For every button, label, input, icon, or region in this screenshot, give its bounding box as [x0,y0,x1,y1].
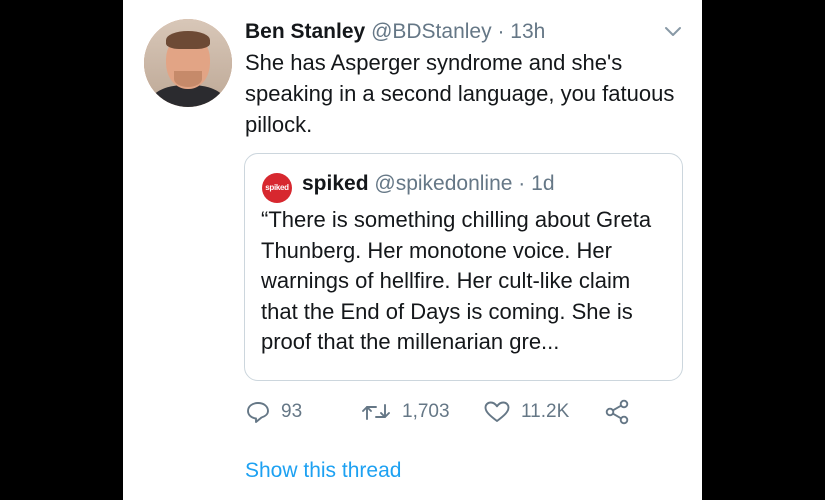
reply-icon [247,402,269,423]
quoted-tweet-header: spiked @spikedonline · 1d [302,170,555,198]
spiked-avatar: spiked [262,173,292,203]
author-handle[interactable]: @BDStanley [371,20,492,43]
retweet-button[interactable]: 1,703 [360,396,450,428]
quoted-tweet-time: 1d [531,172,555,195]
show-thread-link[interactable]: Show this thread [245,457,401,485]
quoted-tweet[interactable]: spiked spiked @spikedonline · 1d “There … [244,153,683,381]
avatar-beard [174,71,202,87]
time-separator: · [497,20,505,43]
quoted-author-handle: @spikedonline [374,172,513,195]
avatar-hair [166,31,210,49]
heart-icon [484,401,510,422]
author-name[interactable]: Ben Stanley [245,20,365,43]
reply-count: 93 [281,401,303,422]
quoted-time-separator: · [518,172,526,195]
tweet-text: She has Asperger syndrome and she's spea… [245,50,675,137]
tweet-actions: 93 1,703 11.2K [245,396,685,428]
share-button[interactable] [603,396,631,428]
like-count: 11.2K [521,401,570,422]
author-avatar[interactable] [144,19,232,107]
reply-button[interactable]: 93 [245,396,302,428]
chevron-down-icon[interactable] [664,26,682,38]
quoted-author-name: spiked [302,172,369,195]
like-button[interactable]: 11.2K [483,396,569,428]
tweet-card[interactable]: Ben Stanley @BDStanley · 13h She has Asp… [123,0,702,500]
tweet-time[interactable]: 13h [510,20,545,43]
share-icon [605,399,629,425]
retweet-icon [362,404,390,420]
retweet-count: 1,703 [402,401,450,422]
tweet-header: Ben Stanley @BDStanley · 13h [245,18,545,46]
quoted-tweet-text: “There is something chilling about Greta… [261,207,652,354]
